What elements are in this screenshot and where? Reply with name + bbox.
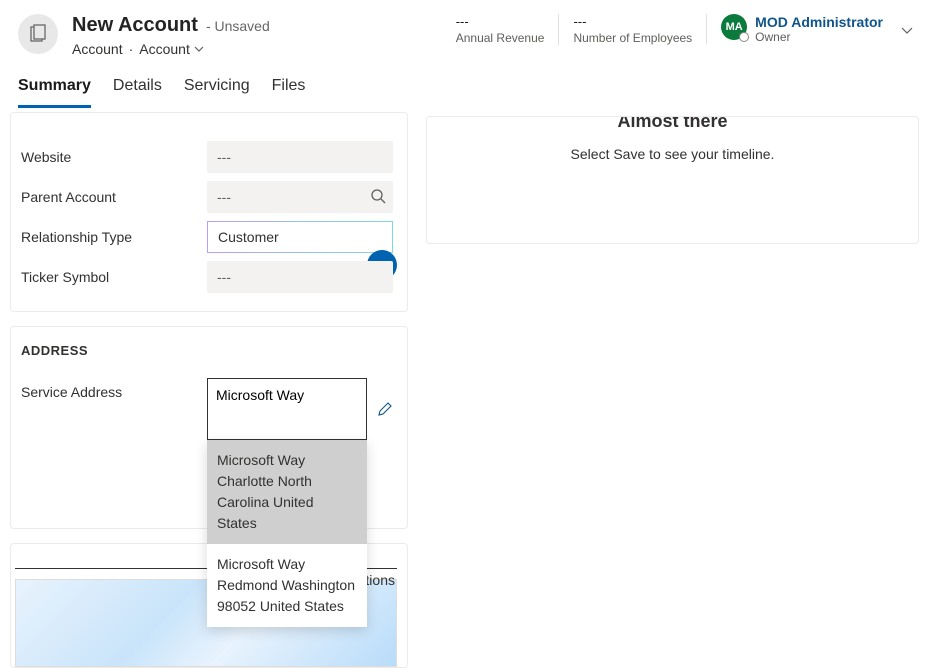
address-section: ADDRESS Service Address Microsoft Way Ch… [10, 326, 408, 529]
account-info-section: Website Parent Account Relationship Type [10, 112, 408, 312]
tab-files[interactable]: Files [272, 69, 306, 108]
search-icon [369, 187, 387, 205]
form-switcher[interactable]: Account [139, 41, 204, 57]
service-address-label: Service Address [15, 378, 199, 400]
annual-revenue-field[interactable]: --- Annual Revenue [442, 14, 559, 45]
num-employees-field[interactable]: --- Number of Employees [558, 14, 706, 45]
header-fields: --- Annual Revenue --- Number of Employe… [442, 14, 915, 45]
owner-field[interactable]: MA MOD Administrator Owner [706, 14, 893, 44]
owner-name: MOD Administrator [755, 14, 883, 30]
tab-servicing[interactable]: Servicing [184, 69, 250, 108]
parent-account-input[interactable] [207, 181, 393, 213]
owner-avatar: MA [721, 14, 747, 40]
website-input[interactable] [207, 141, 393, 173]
entity-type-label: Account [72, 41, 123, 57]
entity-avatar-icon [18, 14, 58, 54]
timeline-panel: Almost there Select Save to see your tim… [426, 116, 919, 244]
header-expand-button[interactable] [899, 22, 915, 38]
chevron-down-icon [899, 22, 915, 38]
parent-account-label: Parent Account [15, 189, 199, 205]
address-section-title: ADDRESS [15, 337, 393, 374]
separator-dot: · [129, 41, 134, 57]
pencil-icon [377, 401, 393, 417]
presence-icon [739, 32, 749, 42]
tab-bar: Summary Details Servicing Files [0, 69, 933, 108]
suggestion-item-1[interactable]: Microsoft Way Redmond Washington 98052 U… [207, 544, 367, 627]
relationship-type-input[interactable] [207, 221, 393, 253]
chevron-down-icon [194, 44, 204, 54]
owner-label: Owner [755, 30, 883, 44]
unsaved-indicator: - Unsaved [206, 18, 270, 34]
annual-revenue-label: Annual Revenue [456, 31, 545, 45]
relationship-type-label: Relationship Type [15, 229, 199, 245]
form-switcher-label: Account [139, 41, 190, 57]
owner-initials: MA [726, 21, 743, 33]
ticker-symbol-input[interactable] [207, 261, 393, 293]
tab-summary[interactable]: Summary [18, 69, 91, 108]
account-icon [28, 24, 48, 44]
timeline-title: Almost there [445, 116, 900, 132]
num-employees-value: --- [573, 14, 692, 29]
tab-details[interactable]: Details [113, 69, 162, 108]
record-header: New Account - Unsaved Account · Account … [0, 0, 933, 65]
lookup-search-button[interactable] [369, 187, 387, 205]
num-employees-label: Number of Employees [573, 31, 692, 45]
title-block: New Account - Unsaved Account · Account [72, 14, 270, 57]
edit-address-button[interactable] [377, 401, 393, 417]
service-address-input[interactable] [207, 378, 367, 440]
annual-revenue-value: --- [456, 14, 545, 29]
ticker-symbol-label: Ticker Symbol [15, 269, 199, 285]
timeline-subtitle: Select Save to see your timeline. [445, 146, 900, 162]
page-title: New Account [72, 14, 198, 37]
suggestion-item-0[interactable]: Microsoft Way Charlotte North Carolina U… [207, 440, 367, 544]
address-suggestions: Microsoft Way Charlotte North Carolina U… [207, 440, 367, 627]
website-label: Website [15, 149, 199, 165]
